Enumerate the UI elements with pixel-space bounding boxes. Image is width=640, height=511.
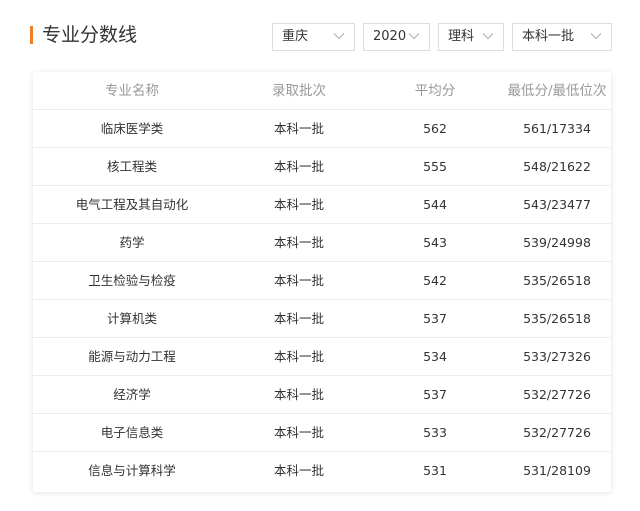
column-header-average: 平均分	[414, 83, 456, 99]
major-name: 电子信息类	[100, 425, 164, 440]
average-score: 544	[423, 197, 447, 212]
table-header-row: 专业名称 录取批次 平均分 最低分/最低位次	[33, 72, 611, 110]
admission-batch: 本科一批	[273, 273, 324, 288]
major-name: 电气工程及其自动化	[75, 197, 189, 212]
major-name: 核工程类	[106, 159, 157, 174]
major-name: 卫生检验与检疫	[88, 273, 176, 288]
batch-select-value: 本科一批	[522, 29, 575, 44]
table-row: 电子信息类 本科一批 533 532/27726	[33, 414, 611, 452]
average-score: 531	[423, 463, 447, 478]
major-name: 临床医学类	[100, 121, 164, 136]
table-row: 经济学 本科一批 537 532/27726	[33, 376, 611, 414]
table-row: 电气工程及其自动化 本科一批 544 543/23477	[33, 186, 611, 224]
chevron-down-icon	[590, 33, 602, 40]
min-score-rank: 561/17334	[523, 121, 591, 136]
average-score: 534	[423, 349, 447, 364]
min-score-rank: 532/27726	[523, 387, 591, 402]
chevron-down-icon	[408, 33, 420, 40]
batch-select[interactable]: 本科一批	[512, 23, 612, 51]
table-row: 核工程类 本科一批 555 548/21622	[33, 148, 611, 186]
min-score-rank: 535/26518	[523, 311, 591, 326]
admission-batch: 本科一批	[273, 235, 324, 250]
average-score: 533	[423, 425, 447, 440]
page-header: 专业分数线 重庆 2020 理科 本科一批	[0, 0, 640, 72]
column-header-major: 专业名称	[105, 83, 159, 99]
average-score: 555	[423, 159, 447, 174]
admission-batch: 本科一批	[273, 121, 324, 136]
major-name: 计算机类	[106, 311, 157, 326]
major-name: 药学	[119, 235, 145, 250]
page-title: 专业分数线	[42, 24, 138, 46]
admission-batch: 本科一批	[273, 349, 324, 364]
column-header-min-score-rank: 最低分/最低位次	[507, 83, 607, 99]
subject-select-value: 理科	[448, 29, 475, 44]
min-score-rank: 539/24998	[523, 235, 591, 250]
major-name: 能源与动力工程	[88, 349, 176, 364]
chevron-down-icon	[482, 33, 494, 40]
admission-batch: 本科一批	[273, 425, 324, 440]
table-row: 药学 本科一批 543 539/24998	[33, 224, 611, 262]
admission-batch: 本科一批	[273, 159, 324, 174]
min-score-rank: 531/28109	[523, 463, 591, 478]
year-select-value: 2020	[373, 29, 407, 44]
year-select[interactable]: 2020	[363, 23, 430, 51]
table-row: 信息与计算科学 本科一批 531 531/28109	[33, 452, 611, 490]
admission-batch: 本科一批	[273, 463, 324, 478]
table-row: 临床医学类 本科一批 562 561/17334	[33, 110, 611, 148]
title-accent-bar	[30, 26, 33, 44]
average-score: 537	[423, 387, 447, 402]
min-score-rank: 543/23477	[523, 197, 591, 212]
region-select-value: 重庆	[282, 29, 309, 44]
table-row: 能源与动力工程 本科一批 534 533/27326	[33, 338, 611, 376]
score-table: 专业名称 录取批次 平均分 最低分/最低位次 临床医学类 本科一批 562 56…	[33, 72, 611, 492]
min-score-rank: 532/27726	[523, 425, 591, 440]
average-score: 537	[423, 311, 447, 326]
table-row: 卫生检验与检疫 本科一批 542 535/26518	[33, 262, 611, 300]
admission-batch: 本科一批	[273, 387, 324, 402]
major-name: 信息与计算科学	[88, 463, 176, 478]
admission-batch: 本科一批	[273, 197, 324, 212]
table-row: 计算机类 本科一批 537 535/26518	[33, 300, 611, 338]
min-score-rank: 533/27326	[523, 349, 591, 364]
min-score-rank: 548/21622	[523, 159, 591, 174]
column-header-batch: 录取批次	[272, 83, 326, 99]
average-score: 562	[423, 121, 447, 136]
min-score-rank: 535/26518	[523, 273, 591, 288]
chevron-down-icon	[333, 33, 345, 40]
admission-batch: 本科一批	[273, 311, 324, 326]
subject-select[interactable]: 理科	[438, 23, 504, 51]
region-select[interactable]: 重庆	[272, 23, 355, 51]
average-score: 543	[423, 235, 447, 250]
major-name: 经济学	[113, 387, 151, 402]
average-score: 542	[423, 273, 447, 288]
